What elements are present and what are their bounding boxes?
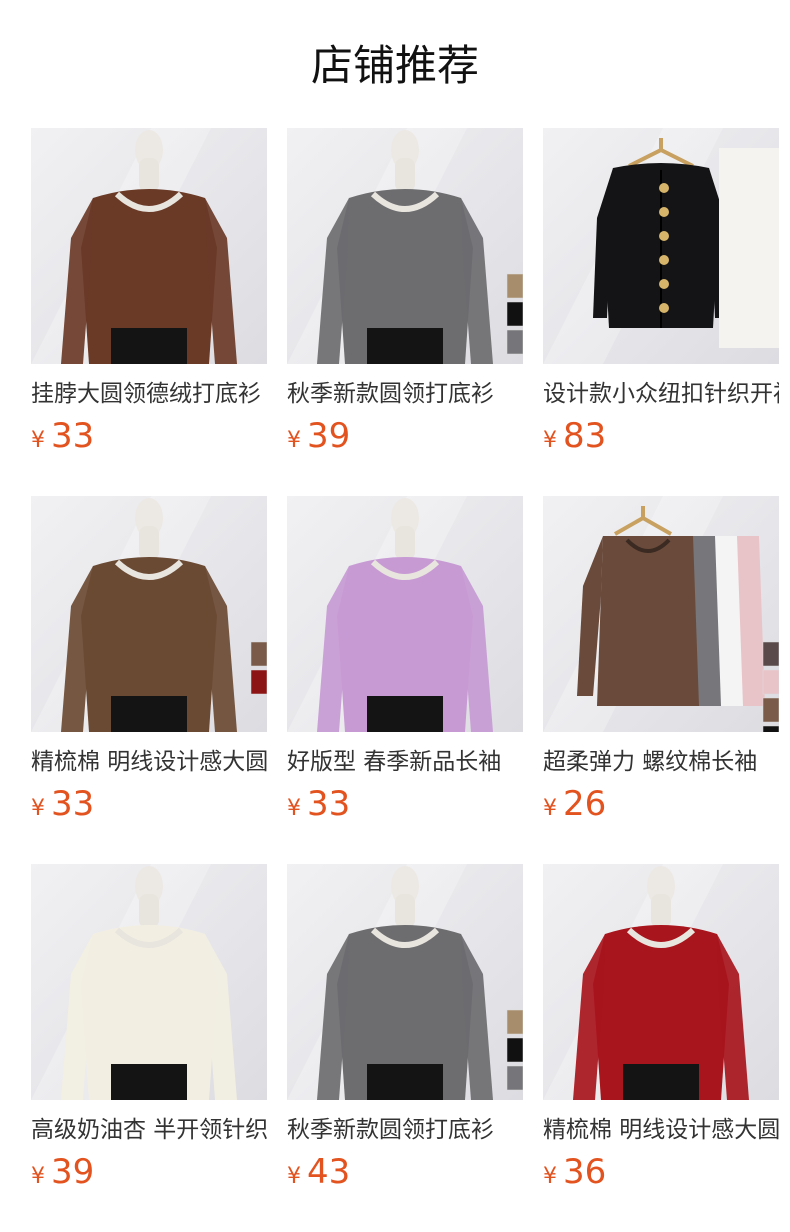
price-value: 33 xyxy=(51,784,95,824)
price-value: 26 xyxy=(563,784,607,824)
currency-symbol: ¥ xyxy=(543,796,557,821)
currency-symbol: ¥ xyxy=(31,796,45,821)
price-value: 83 xyxy=(563,416,607,456)
product-name[interactable]: 高级奶油杏 半开领针织 xyxy=(31,1114,267,1146)
product-image[interactable] xyxy=(31,128,267,364)
price-value: 39 xyxy=(51,1152,95,1192)
product-name[interactable]: 秋季新款圆领打底衫 xyxy=(287,1114,523,1146)
product-price: ¥33 xyxy=(31,416,94,456)
product-price: ¥33 xyxy=(287,784,350,824)
currency-symbol: ¥ xyxy=(31,428,45,453)
product-card[interactable]: 精梳棉 明线设计感大圆领 ¥33 xyxy=(31,496,267,826)
currency-symbol: ¥ xyxy=(543,428,557,453)
price-value: 43 xyxy=(307,1152,351,1192)
product-price: ¥26 xyxy=(543,784,606,824)
product-image[interactable] xyxy=(287,496,523,732)
product-price: ¥33 xyxy=(31,784,94,824)
product-card[interactable]: 好版型 春季新品长袖 ¥33 xyxy=(287,496,523,826)
product-name[interactable]: 精梳棉 明线设计感大圆领 xyxy=(31,746,267,778)
product-image[interactable] xyxy=(31,496,267,732)
product-price: ¥39 xyxy=(287,416,350,456)
currency-symbol: ¥ xyxy=(31,1164,45,1189)
product-card[interactable]: 秋季新款圆领打底衫 ¥43 xyxy=(287,864,523,1194)
price-value: 39 xyxy=(307,416,351,456)
currency-symbol: ¥ xyxy=(287,1164,301,1189)
product-name[interactable]: 超柔弹力 螺纹棉长袖 xyxy=(543,746,779,778)
product-price: ¥43 xyxy=(287,1152,350,1192)
product-card[interactable]: 高级奶油杏 半开领针织 ¥39 xyxy=(31,864,267,1194)
product-image[interactable] xyxy=(543,128,779,364)
product-name[interactable]: 挂脖大圆领德绒打底衫 xyxy=(31,378,267,410)
product-card[interactable]: 精梳棉 明线设计感大圆领 ¥36 xyxy=(543,864,779,1194)
product-image[interactable] xyxy=(543,496,779,732)
currency-symbol: ¥ xyxy=(287,796,301,821)
product-name[interactable]: 好版型 春季新品长袖 xyxy=(287,746,523,778)
product-price: ¥36 xyxy=(543,1152,606,1192)
product-price: ¥39 xyxy=(31,1152,94,1192)
price-value: 33 xyxy=(307,784,351,824)
product-image[interactable] xyxy=(31,864,267,1100)
product-image[interactable] xyxy=(287,864,523,1100)
product-price: ¥83 xyxy=(543,416,606,456)
product-card[interactable]: 秋季新款圆领打底衫 ¥39 xyxy=(287,128,523,458)
page-title: 店铺推荐 xyxy=(310,41,479,90)
product-image[interactable] xyxy=(543,864,779,1100)
price-value: 36 xyxy=(563,1152,607,1192)
product-card[interactable]: 超柔弹力 螺纹棉长袖 ¥26 xyxy=(543,496,779,826)
store-recommendations-page: 店铺推荐 挂脖大圆领德绒打底衫 ¥33 秋季新款圆领打底衫 ¥39 设计款小众纽扣针织开… xyxy=(0,0,790,1232)
currency-symbol: ¥ xyxy=(543,1164,557,1189)
product-card[interactable]: 设计款小众纽扣针织开衫 ¥83 xyxy=(543,128,779,458)
product-name[interactable]: 设计款小众纽扣针织开衫 xyxy=(543,378,779,410)
product-name[interactable]: 秋季新款圆领打底衫 xyxy=(287,378,523,410)
price-value: 33 xyxy=(51,416,95,456)
product-name[interactable]: 精梳棉 明线设计感大圆领 xyxy=(543,1114,779,1146)
currency-symbol: ¥ xyxy=(287,428,301,453)
product-card[interactable]: 挂脖大圆领德绒打底衫 ¥33 xyxy=(31,128,267,458)
product-image[interactable] xyxy=(287,128,523,364)
